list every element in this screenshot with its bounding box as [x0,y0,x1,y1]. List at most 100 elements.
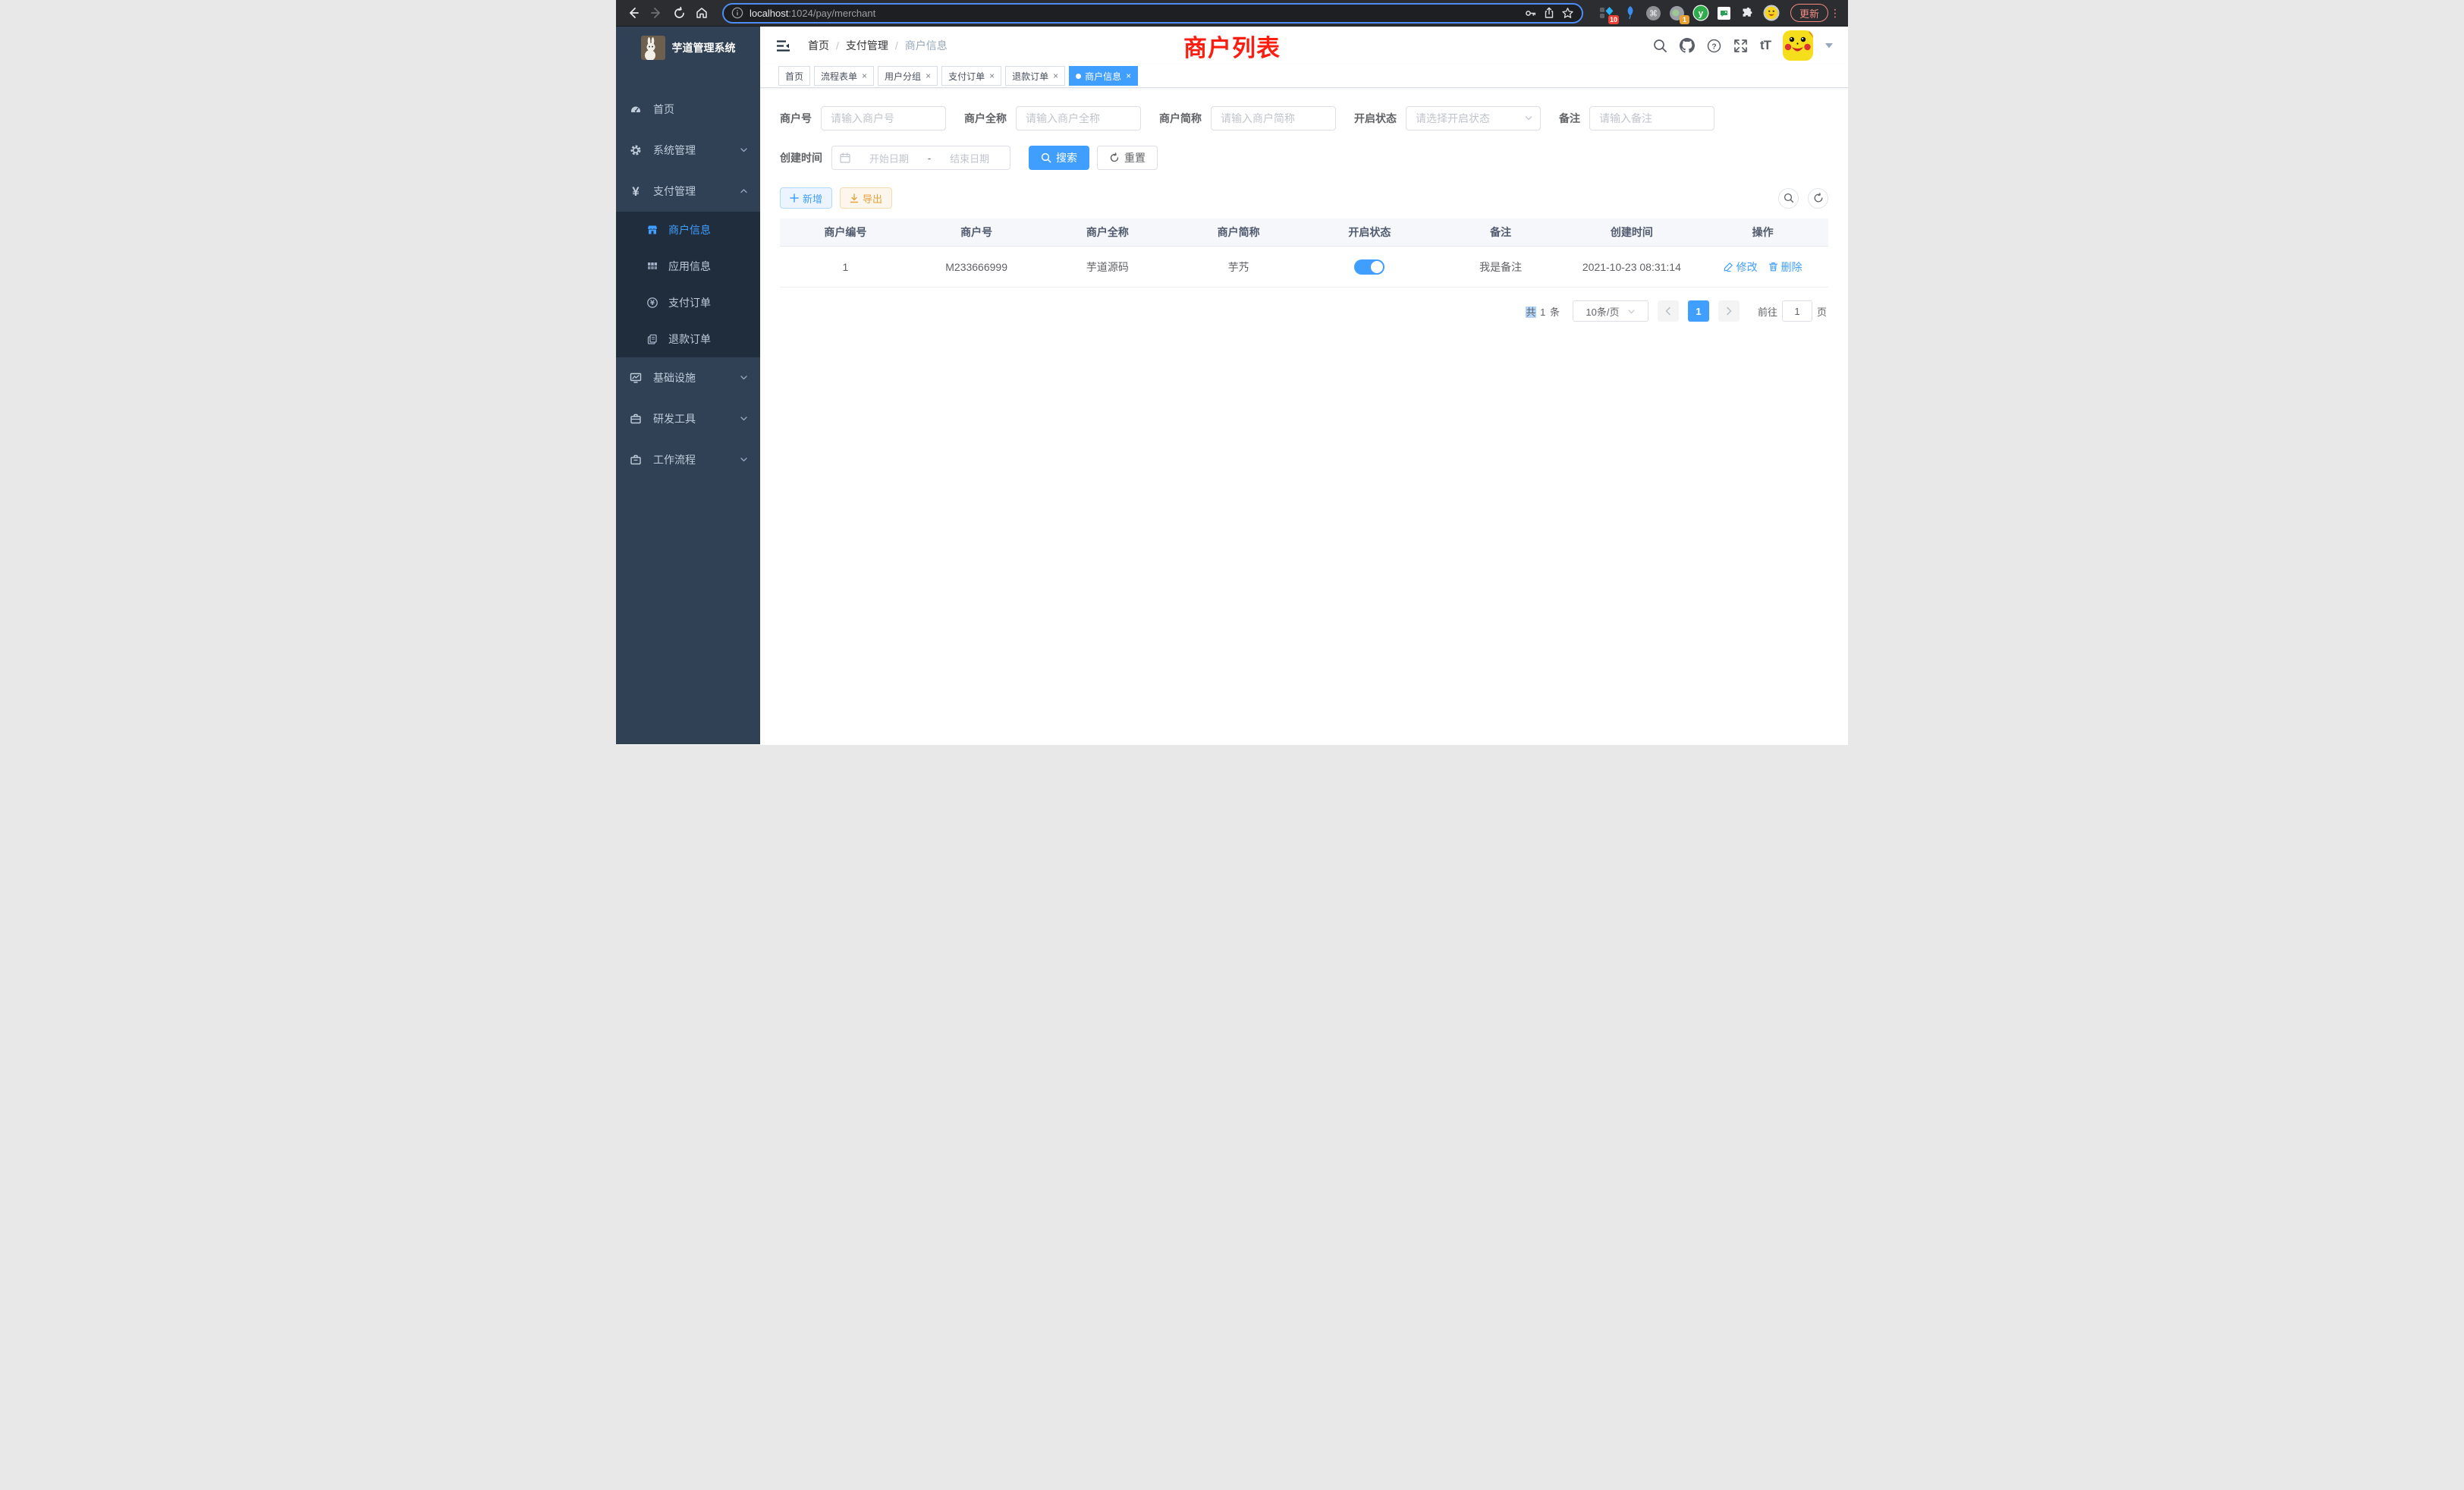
sidebar-item-label: 首页 [653,102,748,117]
extension-badge: 1 [1680,15,1689,24]
status-toggle[interactable] [1354,259,1384,275]
goto-page-input[interactable] [1782,300,1812,322]
close-icon[interactable]: × [989,71,995,81]
extension-kite-icon[interactable] [1622,5,1639,21]
remark-input[interactable] [1589,106,1714,130]
extension-grey-circle-icon[interactable]: 1 [1669,5,1686,21]
calendar-icon [840,152,850,163]
chevron-down-icon [1524,114,1533,123]
status-select[interactable]: 请选择开启状态 [1406,106,1541,130]
github-icon[interactable] [1680,38,1695,53]
page-content: 商户号 商户全称 商户简称 开启状态 请选择开启状态 [760,88,1848,744]
create-time-daterange[interactable]: 开始日期 - 结束日期 [831,146,1010,170]
top-navbar: 首页 / 支付管理 / 商户信息 ? [760,27,1848,64]
breadcrumb-home[interactable]: 首页 [808,38,829,53]
browser-menu-icon[interactable]: ⋮ [1830,7,1840,20]
monitor-icon [630,372,642,384]
table-header-row: 商户编号 商户号 商户全称 商户简称 开启状态 备注 创建时间 操作 [780,218,1828,247]
tab-pay-order[interactable]: 支付订单× [941,66,1001,86]
extensions-puzzle-icon[interactable] [1740,5,1756,21]
chevron-up-icon [740,185,748,197]
bookmark-star-icon[interactable] [1561,7,1574,20]
tab-process-form[interactable]: 流程表单× [814,66,874,86]
reload-icon[interactable] [669,3,689,23]
refresh-table-button[interactable] [1808,188,1828,209]
tab-merchant-info[interactable]: 商户信息× [1069,66,1138,86]
cell-short-name: 芋艿 [1173,259,1304,275]
site-info-icon[interactable] [731,7,743,19]
share-icon[interactable] [1543,7,1555,19]
close-icon[interactable]: × [926,71,931,81]
col-short-name: 商户简称 [1173,225,1304,240]
pay-order-icon: ¥ [646,297,658,309]
next-page-button[interactable] [1718,300,1740,322]
update-button[interactable]: 更新 [1790,4,1828,22]
user-avatar[interactable] [1783,30,1813,61]
short-name-input[interactable] [1211,106,1336,130]
extension-command-icon[interactable]: ⌘ [1645,5,1662,21]
sidebar-item-refund-order[interactable]: 退款订单 [616,321,760,357]
close-icon[interactable]: × [862,71,867,81]
tab-refund-order[interactable]: 退款订单× [1005,66,1065,86]
sidebar-item-pay[interactable]: ¥ 支付管理 [616,171,760,212]
password-key-icon[interactable] [1524,7,1537,20]
sidebar-item-home[interactable]: 首页 [616,89,760,130]
sidebar-menu: 首页 系统管理 ¥ 支付管理 [616,69,760,480]
chevron-down-icon [740,144,748,156]
sidebar-item-merchant-info[interactable]: 商户信息 [616,212,760,248]
search-icon[interactable] [1653,39,1667,53]
url-bar[interactable]: localhost:1024/pay/merchant [722,3,1583,24]
main-area: 商户列表 首页 / 支付管理 / 商户信息 [760,27,1848,744]
page-number-button[interactable]: 1 [1688,300,1709,322]
merchant-no-label: 商户号 [780,111,812,126]
search-icon [1784,193,1794,203]
back-icon[interactable] [624,3,643,23]
sidebar-item-devtools[interactable]: 研发工具 [616,398,760,439]
close-icon[interactable]: × [1053,71,1058,81]
toggle-search-button[interactable] [1778,188,1799,209]
extension-y-icon[interactable]: y [1692,5,1709,21]
merchant-no-input[interactable] [821,106,946,130]
extension-tasks-icon[interactable]: 10 [1598,5,1615,21]
extension-chat-icon[interactable] [1716,5,1733,21]
help-icon[interactable]: ? [1707,39,1721,53]
app-logo[interactable]: 芋道管理系统 [616,27,760,69]
user-menu-caret-icon[interactable] [1825,43,1833,49]
extensions-area: 10 ⌘ 1 y [1598,5,1780,21]
merchant-table: 商户编号 商户号 商户全称 商户简称 开启状态 备注 创建时间 操作 1 M23… [780,218,1828,288]
profile-smiley-icon[interactable] [1763,5,1780,21]
navbar-actions: ? tT [1653,30,1833,61]
sidebar-item-system[interactable]: 系统管理 [616,130,760,171]
sidebar-item-pay-order[interactable]: ¥ 支付订单 [616,284,760,321]
prev-page-button[interactable] [1658,300,1679,322]
refresh-icon [1813,193,1824,203]
page-size-select[interactable]: 10条/页 [1573,300,1648,322]
sidebar-item-infra[interactable]: 基础设施 [616,357,760,398]
cell-actions: 修改 删除 [1697,259,1828,275]
export-button[interactable]: 导出 [840,187,892,209]
forward-icon[interactable] [646,3,666,23]
tab-home[interactable]: 首页 [778,66,810,86]
page-unit-label: 页 [1817,304,1827,319]
full-name-input[interactable] [1016,106,1141,130]
search-button[interactable]: 搜索 [1029,146,1089,170]
edit-pencil-icon [1724,262,1733,272]
svg-text:?: ? [1711,42,1716,51]
fullscreen-icon[interactable] [1733,39,1748,53]
edit-link[interactable]: 修改 [1724,259,1758,275]
reset-button[interactable]: 重置 [1097,146,1158,170]
full-name-label: 商户全称 [964,111,1007,126]
font-size-icon[interactable]: tT [1760,38,1771,53]
delete-link[interactable]: 删除 [1768,259,1802,275]
tab-user-group[interactable]: 用户分组× [878,66,938,86]
col-merchant-no: 商户号 [911,225,1042,240]
sidebar-item-app-info[interactable]: 应用信息 [616,248,760,284]
home-icon[interactable] [692,3,712,23]
sidebar-collapse-icon[interactable] [777,40,790,52]
breadcrumb-pay[interactable]: 支付管理 [846,38,888,53]
add-button[interactable]: 新增 [780,187,832,209]
breadcrumb-separator: / [895,39,898,52]
sidebar-item-label: 工作流程 [653,452,740,467]
close-icon[interactable]: × [1126,71,1131,81]
sidebar-item-workflow[interactable]: 工作流程 [616,439,760,480]
